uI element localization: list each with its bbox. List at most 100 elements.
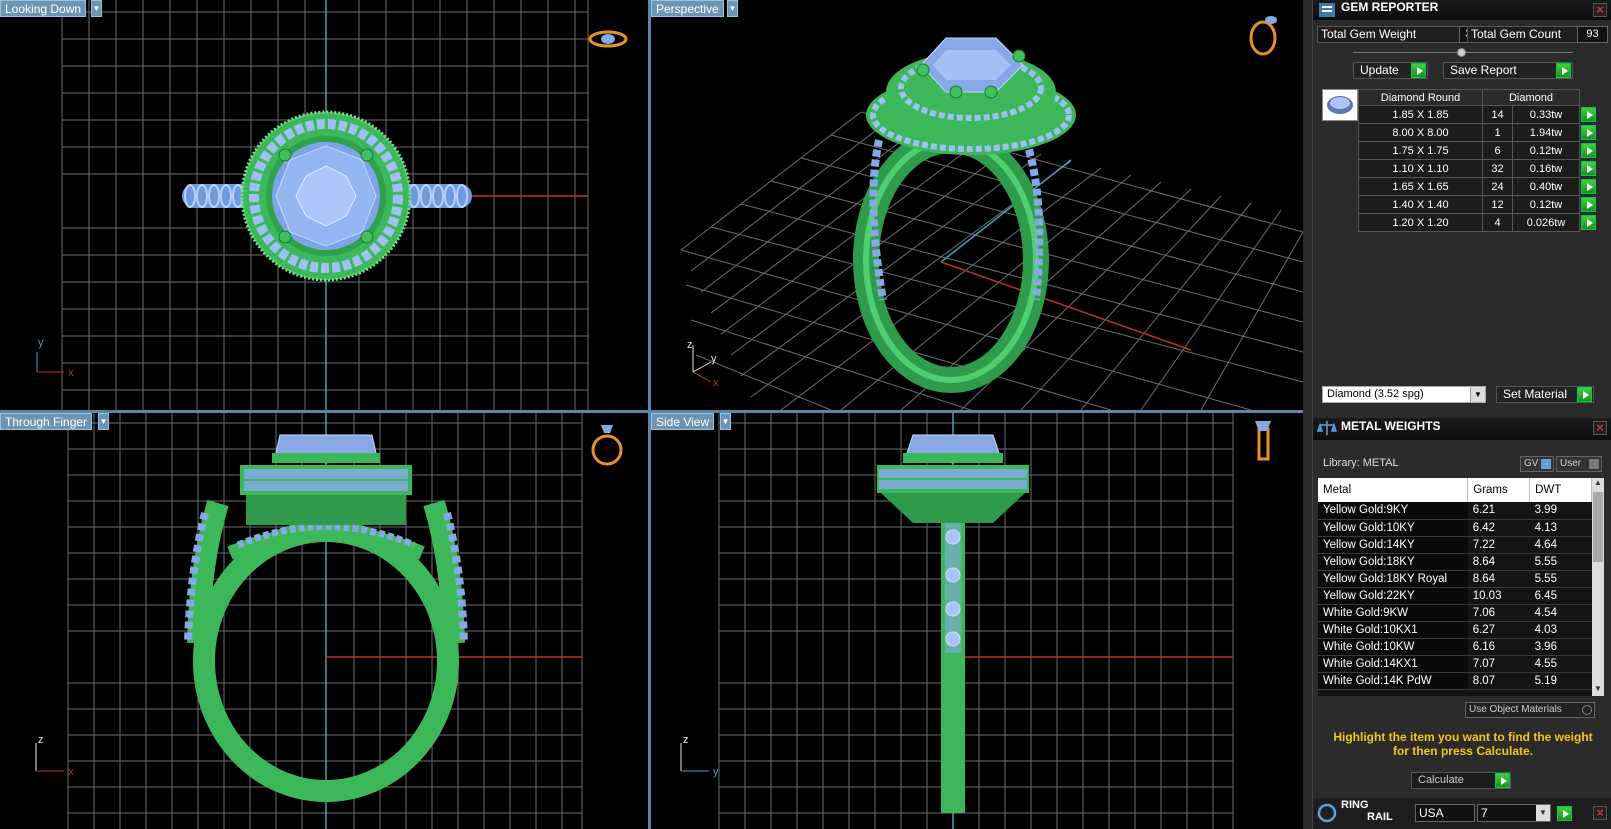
viewport-splitter-horizontal[interactable] — [0, 410, 1303, 413]
scrollbar-thumb[interactable] — [1593, 492, 1603, 562]
metal-weights-title-bar: METAL WEIGHTS — [1313, 418, 1611, 440]
viewport-label-perspective[interactable]: Perspective — [651, 0, 724, 17]
ring-size-select[interactable]: 7 ▼ — [1477, 804, 1551, 822]
ring-rail-title-line2: RAIL — [1367, 811, 1393, 823]
view-cube-ring-icon[interactable] — [591, 425, 623, 466]
chevron-down-icon[interactable]: ▼ — [727, 0, 738, 17]
viewport-splitter-vertical[interactable] — [648, 0, 651, 829]
metal-row[interactable]: Yellow Gold:22KY 10.03 6.45 — [1318, 587, 1592, 605]
metal-row[interactable]: Yellow Gold:10KY 6.42 4.13 — [1318, 519, 1592, 537]
gem-weight: 0.16tw — [1512, 159, 1580, 178]
ring-rail-icon — [1317, 803, 1337, 823]
play-icon[interactable] — [1557, 806, 1572, 821]
gem-reporter-panel: GEM REPORTER × Total Gem Weight 3.10 Tot… — [1312, 0, 1611, 418]
play-icon[interactable] — [1581, 196, 1596, 212]
metal-row[interactable]: White Gold:10KX1 6.27 4.03 — [1318, 621, 1592, 639]
metal-dwt: 4.64 — [1529, 536, 1592, 554]
update-label: Update — [1360, 63, 1399, 77]
viewport-through-finger[interactable]: z x Through Finger ▼ — [0, 413, 648, 829]
user-toggle[interactable]: User — [1556, 456, 1602, 472]
side-view-scene: z y — [680, 413, 1271, 829]
scrollbar[interactable]: ▲ ▼ — [1592, 478, 1604, 696]
play-icon[interactable] — [1495, 773, 1510, 788]
axis-label-z: z — [687, 339, 693, 351]
axis-label-x: x — [68, 766, 74, 778]
play-icon[interactable] — [1581, 106, 1596, 122]
metal-table: Metal Grams DWT Yellow Gold:9KY 6.21 3.99 Y… — [1318, 478, 1592, 690]
country-field[interactable]: USA — [1415, 804, 1475, 822]
metal-row[interactable]: White Gold:10KW 6.16 3.96 — [1318, 638, 1592, 656]
save-report-button[interactable]: Save Report — [1443, 62, 1573, 79]
viewport-perspective[interactable]: z y x Perspective ▼ — [651, 0, 1303, 410]
metal-col-header[interactable]: Grams — [1467, 478, 1531, 502]
gem-weight: 0.12tw — [1512, 195, 1580, 214]
metal-row[interactable]: White Gold:14K PdW 8.07 5.19 — [1318, 672, 1592, 690]
set-material-label: Set Material — [1503, 387, 1568, 401]
gem-thumbnail[interactable] — [1322, 89, 1358, 121]
viewport-label-side-view[interactable]: Side View — [651, 413, 715, 430]
metal-row[interactable]: Yellow Gold:18KY 8.64 5.55 — [1318, 553, 1592, 571]
gem-row[interactable]: 1.10 X 1.10 32 0.16tw — [1358, 159, 1598, 178]
metal-row[interactable]: White Gold:14KX1 7.07 4.55 — [1318, 655, 1592, 673]
gem-weight: 0.33tw — [1512, 105, 1580, 124]
gem-weight: 0.026tw — [1512, 213, 1580, 232]
chevron-down-icon[interactable]: ▼ — [1592, 684, 1604, 696]
material-select[interactable]: Diamond (3.52 spg) ▼ — [1322, 386, 1486, 403]
metal-row[interactable]: Yellow Gold:9KY 6.21 3.99 — [1318, 502, 1592, 520]
view-cube-ring-icon[interactable] — [1255, 421, 1271, 461]
gem-col-header: Diamond Round — [1358, 89, 1483, 106]
chevron-up-icon[interactable]: ▲ — [1592, 478, 1604, 490]
viewport-label-through-finger[interactable]: Through Finger — [0, 413, 93, 430]
gem-row[interactable]: 1.85 X 1.85 14 0.33tw — [1358, 105, 1598, 124]
play-icon[interactable] — [1411, 63, 1426, 78]
library-label: Library: METAL — [1323, 457, 1399, 469]
metal-grams: 6.42 — [1467, 519, 1530, 537]
gem-row[interactable]: 1.20 X 1.20 4 0.026tw — [1358, 213, 1598, 232]
close-icon[interactable]: × — [1593, 421, 1607, 435]
viewport-label-looking-down[interactable]: Looking Down — [0, 0, 87, 17]
axis-label-y: y — [711, 353, 717, 365]
play-icon[interactable] — [1581, 214, 1597, 230]
close-icon[interactable]: × — [1593, 806, 1607, 820]
play-icon[interactable] — [1581, 160, 1596, 176]
metal-row[interactable]: Yellow Gold:18KY Royal 8.64 5.55 — [1318, 570, 1592, 588]
play-icon[interactable] — [1556, 63, 1571, 78]
gem-row[interactable]: 1.40 X 1.40 12 0.12tw — [1358, 195, 1598, 214]
viewport-looking-down[interactable]: y x Looking Down ▼ — [0, 0, 648, 410]
metal-col-header[interactable]: Metal — [1318, 478, 1469, 502]
metal-table-container: Metal Grams DWT Yellow Gold:9KY 6.21 3.99 Y… — [1318, 478, 1604, 696]
metal-row[interactable]: White Gold:9KW 7.06 4.54 — [1318, 604, 1592, 622]
metal-dwt: 4.13 — [1529, 519, 1592, 537]
play-icon[interactable] — [1581, 142, 1596, 158]
close-icon[interactable]: × — [1593, 3, 1607, 17]
metal-grams: 6.27 — [1467, 621, 1530, 639]
view-cube-ring-icon[interactable] — [588, 30, 628, 48]
play-icon[interactable] — [1581, 178, 1596, 194]
metal-name: Yellow Gold:18KY — [1318, 553, 1468, 571]
gv-toggle[interactable]: GV — [1520, 456, 1554, 472]
gem-row[interactable]: 1.75 X 1.75 6 0.12tw — [1358, 141, 1598, 160]
view-cube-ring-icon[interactable] — [1249, 16, 1277, 56]
viewport-side-view[interactable]: z y Side View ▼ — [651, 413, 1303, 829]
metal-row[interactable]: Yellow Gold:14KY 7.22 4.64 — [1318, 536, 1592, 554]
panel-splitter[interactable] — [1303, 0, 1312, 829]
chevron-down-icon[interactable]: ▼ — [98, 413, 109, 430]
metal-name: Yellow Gold:14KY — [1318, 536, 1468, 554]
play-icon[interactable] — [1577, 387, 1592, 402]
chevron-down-icon[interactable]: ▼ — [91, 0, 102, 17]
gem-size: 1.75 X 1.75 — [1358, 141, 1483, 160]
axis-label-x: x — [68, 367, 74, 379]
metal-col-header[interactable]: DWT — [1529, 478, 1592, 502]
chevron-down-icon[interactable]: ▼ — [1536, 805, 1550, 821]
gem-count: 1 — [1482, 123, 1513, 142]
gem-row[interactable]: 1.65 X 1.65 24 0.40tw — [1358, 177, 1598, 196]
use-object-materials-toggle[interactable]: Use Object Materials — [1465, 702, 1595, 718]
gem-size: 1.10 X 1.10 — [1358, 159, 1483, 178]
gem-row[interactable]: 8.00 X 8.00 1 1.94tw — [1358, 123, 1598, 142]
chevron-down-icon[interactable]: ▼ — [1470, 387, 1485, 402]
metal-grams: 7.22 — [1467, 536, 1530, 554]
chevron-down-icon[interactable]: ▼ — [720, 413, 731, 430]
slider-thumb[interactable] — [1457, 48, 1466, 57]
user-label: User — [1560, 458, 1582, 469]
play-icon[interactable] — [1581, 124, 1596, 140]
